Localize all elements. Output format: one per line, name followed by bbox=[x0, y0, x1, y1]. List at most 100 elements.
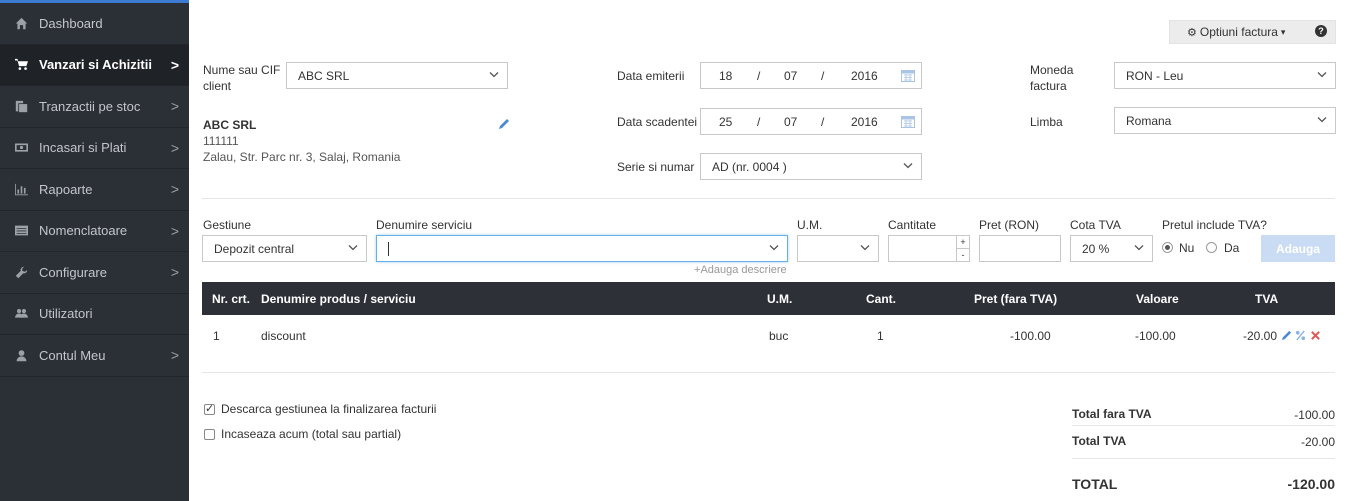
sidebar-item-rapoarte[interactable]: Rapoarte > bbox=[0, 169, 189, 211]
calendar-icon[interactable] bbox=[901, 69, 915, 82]
increment-button[interactable]: + bbox=[957, 236, 969, 249]
pencil-icon[interactable] bbox=[498, 118, 510, 130]
quantity-stepper[interactable]: + - bbox=[888, 235, 970, 262]
client-select-value: ABC SRL bbox=[298, 68, 350, 83]
sidebar-item-incasari[interactable]: Incasari si Plati > bbox=[0, 128, 189, 169]
row-product-name: discount bbox=[261, 329, 306, 343]
bar-chart-icon bbox=[14, 182, 28, 196]
sidebar-item-label: Configurare bbox=[39, 264, 107, 280]
client-label-line1: Nume sau CIF bbox=[203, 63, 281, 77]
sidebar-item-label: Dashboard bbox=[39, 15, 103, 31]
collect-now-label: Incaseaza acum (total sau partial) bbox=[221, 427, 402, 441]
row-price: -100.00 bbox=[1010, 329, 1051, 343]
issue-month: 07 bbox=[784, 69, 798, 83]
invoice-form: ⚙ Optiuni factura ▾ ? Nume sau CIF clien… bbox=[189, 0, 1351, 501]
delete-icon[interactable] bbox=[1310, 330, 1321, 341]
due-date-label: Data scadentei bbox=[617, 115, 698, 129]
series-select[interactable]: AD (nr. 0004 ) bbox=[700, 153, 922, 180]
table-row: 1 discount buc 1 -100.00 -100.00 -20.00 bbox=[202, 317, 1335, 355]
sidebar-item-vanzari[interactable]: Vanzari si Achizitii > bbox=[0, 44, 189, 86]
sidebar-item-label: Incasari si Plati bbox=[39, 140, 127, 156]
service-label: Denumire serviciu bbox=[376, 218, 473, 232]
divider bbox=[202, 372, 1335, 373]
sidebar: Dashboard Vanzari si Achizitii > Tranzac… bbox=[0, 0, 189, 501]
column-header: Denumire produs / serviciu bbox=[261, 291, 416, 306]
sidebar-item-label: Utilizatori bbox=[39, 306, 93, 322]
date-separator: / bbox=[757, 69, 761, 83]
collect-now-checkbox[interactable] bbox=[204, 429, 215, 440]
issue-year: 2016 bbox=[851, 69, 878, 83]
due-date-field[interactable]: 25 / 07 / 2016 bbox=[700, 108, 922, 135]
issue-date-field[interactable]: 18 / 07 / 2016 bbox=[700, 62, 922, 89]
chevron-down-icon bbox=[1317, 69, 1327, 82]
wrench-icon bbox=[14, 265, 28, 279]
users-icon bbox=[14, 307, 28, 321]
column-header: U.M. bbox=[767, 291, 793, 306]
chevron-down-icon bbox=[1317, 114, 1327, 127]
column-header: Nr. crt. bbox=[212, 291, 251, 306]
discharge-stock-label: Descarca gestiunea la finalizarea factur… bbox=[221, 402, 437, 416]
add-line-button[interactable]: Adauga bbox=[1261, 235, 1335, 262]
quantity-label: Cantitate bbox=[888, 218, 937, 232]
vat-rate-value: 20 % bbox=[1082, 241, 1110, 256]
divider bbox=[1072, 458, 1335, 459]
text-cursor bbox=[388, 241, 389, 256]
sidebar-item-tranzactii[interactable]: Tranzactii pe stoc > bbox=[0, 86, 189, 128]
date-separator: / bbox=[757, 115, 761, 129]
calendar-icon[interactable] bbox=[901, 115, 915, 128]
client-name: ABC SRL bbox=[203, 118, 257, 132]
currency-select-value: RON - Leu bbox=[1126, 68, 1184, 83]
language-label: Limba bbox=[1030, 115, 1063, 129]
invoice-options-button[interactable]: ⚙ Optiuni factura ▾ ? bbox=[1169, 20, 1336, 44]
series-label: Serie si numar bbox=[617, 160, 695, 174]
radio-no[interactable] bbox=[1162, 242, 1173, 253]
home-icon bbox=[14, 16, 28, 30]
percent-icon[interactable] bbox=[1295, 330, 1306, 341]
service-input[interactable] bbox=[376, 235, 788, 262]
sidebar-item-contul-meu[interactable]: Contul Meu > bbox=[0, 335, 189, 377]
edit-icon[interactable] bbox=[1281, 330, 1292, 341]
um-select[interactable] bbox=[797, 235, 879, 262]
sidebar-item-label: Vanzari si Achizitii bbox=[39, 57, 152, 73]
sidebar-item-label: Tranzactii pe stoc bbox=[39, 98, 141, 114]
sidebar-item-nomenclatoare[interactable]: Nomenclatoare > bbox=[0, 211, 189, 252]
cart-icon bbox=[14, 58, 28, 72]
chevron-right-icon: > bbox=[170, 98, 179, 115]
chevron-right-icon: > bbox=[170, 139, 179, 156]
column-header: Cant. bbox=[866, 291, 896, 306]
help-icon[interactable]: ? bbox=[1315, 25, 1327, 37]
money-icon bbox=[14, 141, 28, 155]
price-input[interactable] bbox=[979, 235, 1061, 262]
sidebar-item-dashboard[interactable]: Dashboard bbox=[0, 3, 189, 45]
total-vat-label: Total TVA bbox=[1072, 434, 1127, 448]
decrement-button[interactable]: - bbox=[957, 249, 969, 261]
gestiune-label: Gestiune bbox=[203, 218, 252, 232]
chevron-down-icon bbox=[1134, 242, 1144, 255]
sidebar-item-configurare[interactable]: Configurare > bbox=[0, 252, 189, 294]
radio-yes[interactable] bbox=[1206, 242, 1217, 253]
vat-rate-select[interactable]: 20 % bbox=[1070, 235, 1153, 262]
sidebar-item-label: Contul Meu bbox=[39, 347, 106, 363]
due-month: 07 bbox=[784, 115, 798, 129]
client-select[interactable]: ABC SRL bbox=[286, 62, 508, 89]
total-vat-value: -20.00 bbox=[1300, 435, 1335, 449]
um-label: U.M. bbox=[797, 218, 823, 232]
list-icon bbox=[14, 224, 28, 238]
chevron-down-icon bbox=[903, 160, 913, 173]
vat-rate-label: Cota TVA bbox=[1070, 218, 1121, 232]
invoice-options-label: Optiuni factura bbox=[1199, 25, 1278, 39]
user-icon bbox=[14, 348, 28, 362]
chevron-down-icon bbox=[489, 69, 499, 82]
total-net-value: -100.00 bbox=[1294, 408, 1335, 422]
price-includes-vat-label: Pretul include TVA? bbox=[1162, 218, 1267, 232]
language-select[interactable]: Romana bbox=[1114, 107, 1336, 134]
currency-select[interactable]: RON - Leu bbox=[1114, 62, 1336, 89]
add-description-link[interactable]: +Adauga descriere bbox=[694, 264, 787, 276]
sidebar-item-utilizatori[interactable]: Utilizatori bbox=[0, 294, 189, 335]
chevron-right-icon: > bbox=[170, 347, 179, 364]
price-label: Pret (RON) bbox=[979, 218, 1039, 232]
table-header: Nr. crt. Denumire produs / serviciu U.M.… bbox=[202, 282, 1335, 315]
gestiune-select[interactable]: Depozit central bbox=[202, 235, 367, 262]
series-select-value: AD (nr. 0004 ) bbox=[712, 159, 787, 174]
discharge-stock-checkbox[interactable] bbox=[204, 402, 215, 415]
